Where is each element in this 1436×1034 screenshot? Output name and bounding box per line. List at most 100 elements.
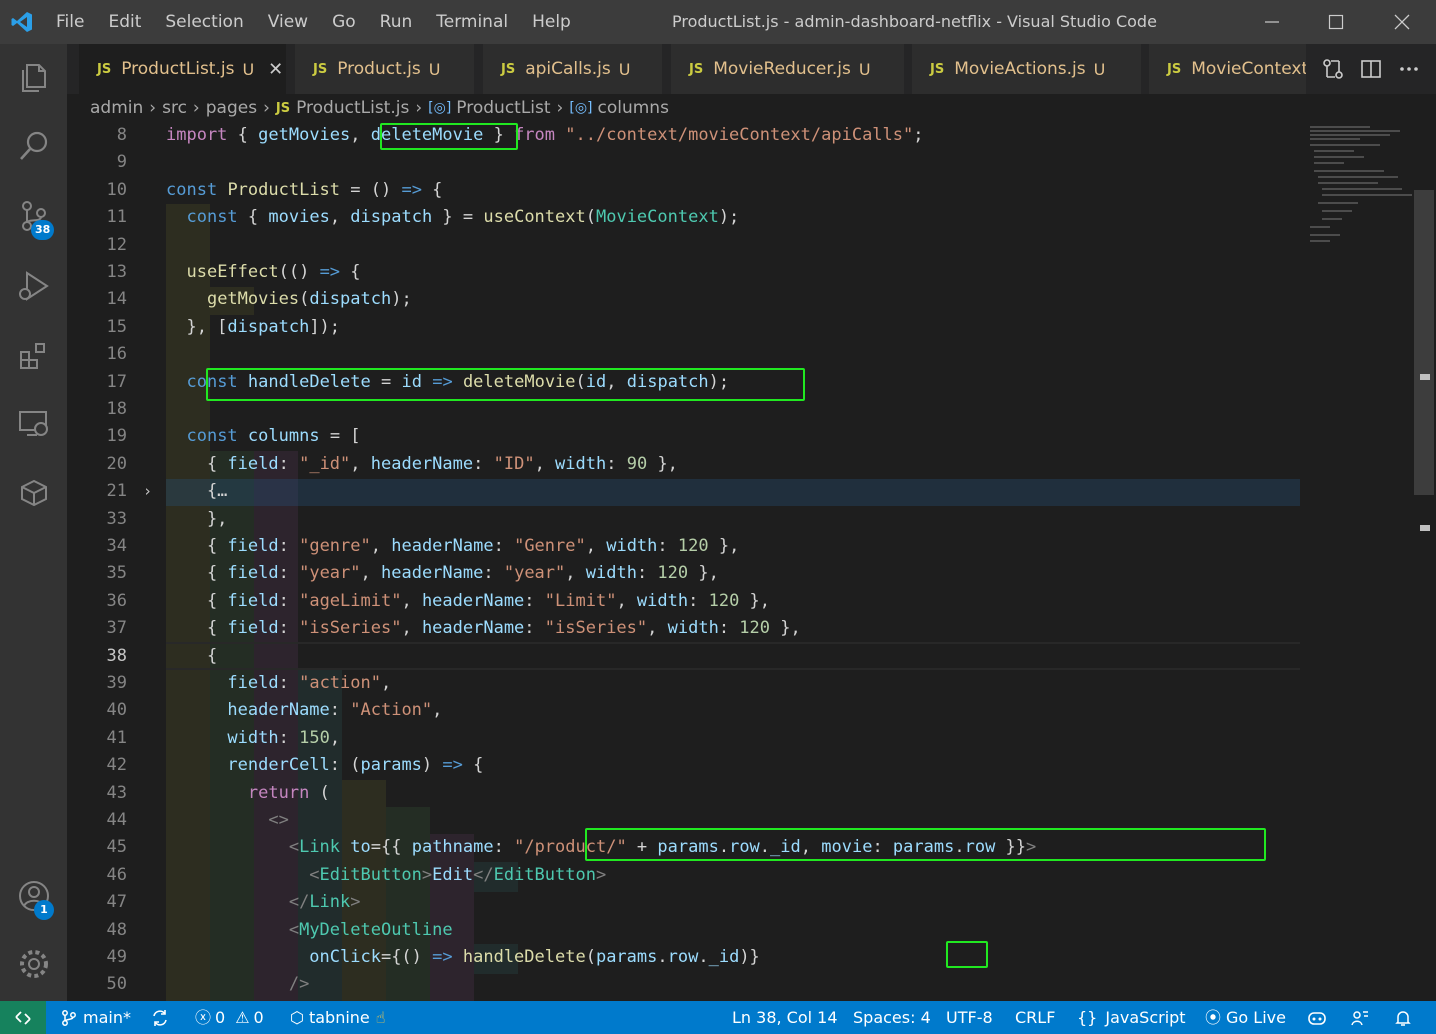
line-number: 18 bbox=[106, 399, 127, 419]
code-line[interactable]: 21 › {… bbox=[67, 478, 1307, 505]
menu-view[interactable]: View bbox=[256, 0, 320, 44]
tab-label: Product.js bbox=[337, 59, 421, 79]
go-live-button[interactable]: ⦿ Go Live bbox=[1205, 1001, 1286, 1034]
code-line[interactable]: 48 <MyDeleteOutline bbox=[67, 917, 1307, 944]
code-editor[interactable]: 8 import { getMovies, deleteMovie } from … bbox=[67, 122, 1436, 1001]
accounts-button[interactable]: 1 bbox=[0, 866, 67, 926]
breadcrumb-item[interactable]: admin bbox=[90, 98, 143, 118]
warning-count: 0 bbox=[253, 1008, 264, 1027]
code-line[interactable]: 14 getMovies(dispatch); bbox=[67, 286, 1307, 313]
feedback-button[interactable] bbox=[1350, 1001, 1370, 1034]
notifications-button[interactable] bbox=[1394, 1001, 1412, 1034]
minimap[interactable] bbox=[1306, 122, 1418, 252]
more-actions-icon[interactable] bbox=[1398, 58, 1420, 80]
tab-product[interactable]: JS Product.js U bbox=[295, 44, 475, 94]
tab-apicalls[interactable]: JS apiCalls.js U bbox=[483, 44, 663, 94]
vertical-scrollbar[interactable] bbox=[1414, 190, 1434, 495]
copilot-button[interactable] bbox=[1307, 1001, 1327, 1034]
code-line[interactable]: 36 { field: "ageLimit", headerName: "Lim… bbox=[67, 588, 1307, 615]
minimize-button[interactable] bbox=[1240, 0, 1304, 44]
code-line[interactable]: 35 { field: "year", headerName: "year", … bbox=[67, 560, 1307, 587]
eol-status[interactable]: CRLF bbox=[1015, 1001, 1055, 1034]
code-line[interactable]: 42 renderCell: (params) => { bbox=[67, 752, 1307, 779]
code-line[interactable]: 8 import { getMovies, deleteMovie } from … bbox=[67, 122, 1307, 149]
breadcrumb-item[interactable]: ProductList.js bbox=[296, 98, 409, 118]
explorer-button[interactable] bbox=[0, 48, 67, 108]
chevron-right-icon[interactable]: › bbox=[143, 478, 152, 505]
maximize-button[interactable] bbox=[1304, 0, 1368, 44]
code-line[interactable]: 11 const { movies, dispatch } = useConte… bbox=[67, 204, 1307, 231]
menu-run[interactable]: Run bbox=[368, 0, 425, 44]
code-line[interactable]: 33 }, bbox=[67, 506, 1307, 533]
line-number: 33 bbox=[106, 508, 127, 529]
close-icon[interactable]: ✕ bbox=[268, 59, 283, 80]
code-line[interactable]: 9 bbox=[67, 149, 1307, 176]
remote-indicator[interactable] bbox=[0, 1001, 46, 1034]
tab-movieactions[interactable]: JS MovieActions.js U bbox=[912, 44, 1142, 94]
compare-changes-icon[interactable] bbox=[1322, 58, 1344, 80]
sync-button[interactable] bbox=[150, 1001, 170, 1034]
sync-icon bbox=[153, 1009, 167, 1026]
branch-status[interactable]: main* bbox=[60, 1001, 131, 1034]
docker-button[interactable] bbox=[0, 462, 67, 522]
source-control-button[interactable]: 38 bbox=[0, 186, 67, 246]
menu-edit[interactable]: Edit bbox=[96, 0, 153, 44]
code-line[interactable]: 12 bbox=[67, 232, 1307, 259]
code-line[interactable]: 41 width: 150, bbox=[67, 725, 1307, 752]
run-debug-button[interactable] bbox=[0, 256, 67, 316]
code-line[interactable]: 43 return ( bbox=[67, 780, 1307, 807]
code-line[interactable]: 10 const ProductList = () => { bbox=[67, 177, 1307, 204]
manage-button[interactable] bbox=[0, 934, 67, 994]
cursor-position[interactable]: Ln 38, Col 14 bbox=[732, 1001, 838, 1034]
search-icon bbox=[19, 131, 47, 160]
annotation-box bbox=[380, 123, 518, 150]
indentation-status[interactable]: Spaces: 4 bbox=[853, 1001, 931, 1034]
code-line[interactable]: 49 onClick={() => handleDelete(params.ro… bbox=[67, 944, 1307, 971]
line-content: field: "action", bbox=[227, 673, 392, 693]
line-content: const columns = [ bbox=[186, 426, 361, 447]
code-line[interactable]: 40 headerName: "Action", bbox=[67, 697, 1307, 724]
js-file-icon: JS bbox=[930, 61, 945, 77]
code-line[interactable]: 34 { field: "genre", headerName: "Genre"… bbox=[67, 533, 1307, 560]
line-number: 46 bbox=[106, 864, 127, 885]
tab-moviecontext[interactable]: JS MovieContext bbox=[1149, 44, 1309, 94]
tab-productlist[interactable]: JS ProductList.js U ✕ bbox=[79, 44, 287, 94]
split-editor-icon[interactable] bbox=[1360, 58, 1382, 80]
tabnine-status[interactable]: ⬡ tabnine ☝ bbox=[290, 1001, 386, 1034]
code-line[interactable]: 15 }, [dispatch]); bbox=[67, 314, 1307, 341]
code-line[interactable]: 46 <EditButton>Edit</EditButton> bbox=[67, 862, 1307, 889]
breadcrumb-item[interactable]: pages bbox=[206, 98, 257, 118]
line-content: onClick={() => handleDelete(params.row._… bbox=[309, 947, 760, 967]
code-line[interactable]: 19 const columns = [ bbox=[67, 423, 1307, 450]
code-line[interactable]: 20 { field: "_id", headerName: "ID", wid… bbox=[67, 451, 1307, 478]
encoding-status[interactable]: UTF-8 bbox=[946, 1001, 993, 1034]
explorer-icon bbox=[21, 64, 46, 92]
code-line[interactable]: 13 useEffect(() => { bbox=[67, 259, 1307, 286]
close-window-button[interactable] bbox=[1370, 0, 1434, 44]
chevron-right-icon: › bbox=[149, 98, 157, 118]
search-button[interactable] bbox=[0, 116, 67, 176]
breadcrumb-item[interactable]: src bbox=[162, 98, 187, 118]
code-line[interactable]: 47 </Link> bbox=[67, 889, 1307, 916]
code-line[interactable]: 50 /> bbox=[67, 971, 1307, 998]
code-line[interactable]: 16 bbox=[67, 341, 1307, 368]
extensions-button[interactable] bbox=[0, 326, 67, 386]
breadcrumb-item[interactable]: columns bbox=[598, 98, 669, 118]
js-file-icon: JS bbox=[1167, 61, 1182, 77]
menu-go[interactable]: Go bbox=[320, 0, 368, 44]
menu-file[interactable]: File bbox=[44, 0, 96, 44]
remote-explorer-button[interactable] bbox=[0, 394, 67, 454]
menu-selection[interactable]: Selection bbox=[153, 0, 255, 44]
line-content: { field: "isSeries", headerName: "isSeri… bbox=[166, 618, 801, 639]
language-status[interactable]: {} JavaScript bbox=[1077, 1001, 1186, 1034]
code-line[interactable]: 37 { field: "isSeries", headerName: "isS… bbox=[67, 615, 1307, 642]
tab-moviereducer[interactable]: JS MovieReducer.js U bbox=[671, 44, 905, 94]
breadcrumb-item[interactable]: ProductList bbox=[456, 98, 550, 118]
problems-status[interactable]: ⓧ 0 ⚠ 0 bbox=[195, 1001, 264, 1034]
code-line[interactable]: 38 { bbox=[67, 643, 1307, 670]
menu-terminal[interactable]: Terminal bbox=[424, 0, 520, 44]
line-content: }, [dispatch]); bbox=[166, 316, 341, 337]
code-line[interactable]: 39 field: "action", bbox=[67, 670, 1307, 697]
chevron-right-icon: › bbox=[556, 98, 564, 118]
line-number: 50 bbox=[106, 974, 127, 995]
